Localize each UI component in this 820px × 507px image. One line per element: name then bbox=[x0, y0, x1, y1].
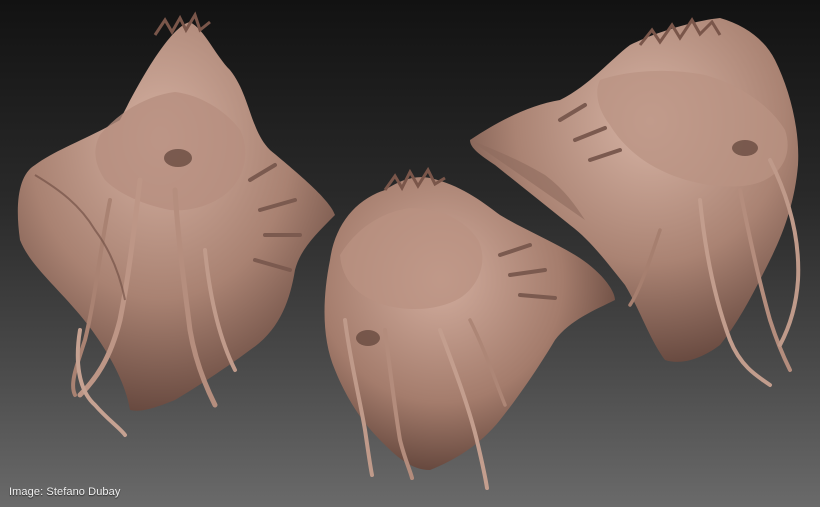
creature-bust-left bbox=[17, 11, 336, 437]
image-credit: Image: Stefano Dubay bbox=[9, 486, 121, 498]
sculpture-render: Image: Stefano Dubay bbox=[0, 0, 820, 507]
creature-sculptures bbox=[17, 11, 801, 490]
